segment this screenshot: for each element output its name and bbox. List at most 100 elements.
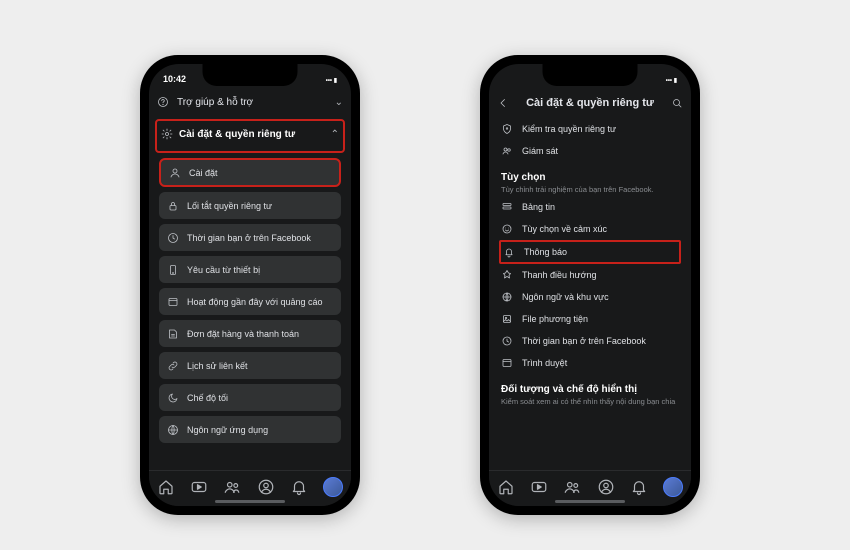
dark-mode-item[interactable]: Chế độ tối bbox=[159, 384, 341, 411]
screen-right: ••• ▮ Cài đặt & quyền riêng tư Kiểm tra … bbox=[489, 64, 691, 506]
notifications-item[interactable]: Thông báo bbox=[499, 240, 681, 264]
item-label: Thanh điều hướng bbox=[522, 270, 596, 280]
ad-activity-item[interactable]: Hoạt động gần đây với quảng cáo bbox=[159, 288, 341, 315]
gear-icon bbox=[161, 128, 173, 140]
page-title: Cài đặt & quyền riêng tư bbox=[515, 97, 665, 109]
item-label: Trình duyệt bbox=[522, 358, 567, 368]
device-icon bbox=[167, 264, 179, 276]
nav-bell-icon[interactable] bbox=[630, 478, 648, 496]
phone-right: ••• ▮ Cài đặt & quyền riêng tư Kiểm tra … bbox=[480, 55, 700, 515]
item-label: Chế độ tối bbox=[187, 393, 228, 403]
item-label: Kiểm tra quyền riêng tư bbox=[522, 124, 616, 134]
bell-icon bbox=[503, 246, 515, 258]
feed-item[interactable]: Bảng tin bbox=[489, 196, 691, 218]
privacy-shortcut-item[interactable]: Lối tắt quyền riêng tư bbox=[159, 192, 341, 219]
screen-left: 10:42 ••• ▮ Trợ giúp & hỗ trợ ⌄ Cài đặt … bbox=[149, 64, 351, 506]
status-indicators: ••• ▮ bbox=[326, 77, 337, 84]
chevron-down-icon: ⌄ bbox=[335, 97, 343, 108]
item-label: Thông báo bbox=[524, 247, 567, 257]
time-on-fb-item[interactable]: Thời gian bạn ở trên Facebook bbox=[159, 224, 341, 251]
device-req-item[interactable]: Yêu cầu từ thiết bị bbox=[159, 256, 341, 283]
help-label: Trợ giúp & hỗ trợ bbox=[177, 97, 327, 108]
nav-profile-icon[interactable] bbox=[257, 478, 275, 496]
user-icon bbox=[169, 167, 181, 179]
link-icon bbox=[167, 360, 179, 372]
lock-icon bbox=[167, 200, 179, 212]
browser-item[interactable]: Trình duyệt bbox=[489, 352, 691, 374]
media-icon bbox=[501, 313, 513, 325]
item-label: Đơn đặt hàng và thanh toán bbox=[187, 329, 299, 339]
section-subtitle: Tùy chỉnh trải nghiệm của bạn trên Faceb… bbox=[501, 185, 679, 194]
home-indicator bbox=[555, 500, 625, 503]
item-label: Thời gian bạn ở trên Facebook bbox=[187, 233, 311, 243]
help-icon bbox=[157, 96, 169, 108]
item-label: Hoạt động gần đây với quảng cáo bbox=[187, 297, 323, 307]
settings-privacy-row[interactable]: Cài đặt & quyền riêng tư ⌃ bbox=[161, 121, 339, 147]
app-language-item[interactable]: Ngôn ngữ ứng dụng bbox=[159, 416, 341, 443]
home-indicator bbox=[215, 500, 285, 503]
item-label: Cài đặt bbox=[189, 168, 218, 178]
item-label: Lối tắt quyền riêng tư bbox=[187, 201, 272, 211]
nav-menu-avatar[interactable] bbox=[663, 477, 683, 497]
notch bbox=[543, 64, 638, 86]
preferences-section-header: Tùy chọn Tùy chỉnh trải nghiệm của bạn t… bbox=[489, 162, 691, 196]
reaction-icon bbox=[501, 223, 513, 235]
nav-bar-item[interactable]: Thanh điều hướng bbox=[489, 264, 691, 286]
link-history-item[interactable]: Lịch sử liên kết bbox=[159, 352, 341, 379]
privacy-check-item[interactable]: Kiểm tra quyền riêng tư bbox=[489, 118, 691, 140]
nav-watch-icon[interactable] bbox=[530, 478, 548, 496]
section-subtitle: Kiểm soát xem ai có thể nhìn thấy nội du… bbox=[501, 397, 679, 406]
media-file-item[interactable]: File phương tiện bbox=[489, 308, 691, 330]
feed-icon bbox=[501, 201, 513, 213]
reaction-pref-item[interactable]: Tùy chọn về cảm xúc bbox=[489, 218, 691, 240]
item-label: Bảng tin bbox=[522, 202, 555, 212]
orders-payments-item[interactable]: Đơn đặt hàng và thanh toán bbox=[159, 320, 341, 347]
phone-left: 10:42 ••• ▮ Trợ giúp & hỗ trợ ⌄ Cài đặt … bbox=[140, 55, 360, 515]
globe-icon bbox=[501, 291, 513, 303]
audience-section-header: Đối tượng và chế độ hiển thị Kiểm soát x… bbox=[489, 374, 691, 408]
help-support-row[interactable]: Trợ giúp & hỗ trợ ⌄ bbox=[149, 88, 351, 116]
content-right: Cài đặt & quyền riêng tư Kiểm tra quyền … bbox=[489, 88, 691, 470]
search-icon[interactable] bbox=[671, 97, 683, 109]
language-region-item[interactable]: Ngôn ngữ và khu vực bbox=[489, 286, 691, 308]
shield-lock-icon bbox=[501, 123, 513, 135]
item-label: Ngôn ngữ và khu vực bbox=[522, 292, 609, 302]
item-label: Lịch sử liên kết bbox=[187, 361, 248, 371]
status-indicators: ••• ▮ bbox=[666, 77, 677, 84]
item-label: Ngôn ngữ ứng dụng bbox=[187, 425, 268, 435]
nav-menu-avatar[interactable] bbox=[323, 477, 343, 497]
nav-home-icon[interactable] bbox=[157, 478, 175, 496]
supervision-item[interactable]: Giám sát bbox=[489, 140, 691, 162]
item-label: File phương tiện bbox=[522, 314, 588, 324]
item-label: Tùy chọn về cảm xúc bbox=[522, 224, 607, 234]
notch bbox=[203, 64, 298, 86]
pin-icon bbox=[501, 269, 513, 281]
browser-icon bbox=[501, 357, 513, 369]
nav-profile-icon[interactable] bbox=[597, 478, 615, 496]
settings-item[interactable]: Cài đặt bbox=[159, 158, 341, 187]
status-time: 10:42 bbox=[163, 74, 186, 84]
nav-friends-icon[interactable] bbox=[223, 478, 241, 496]
nav-home-icon[interactable] bbox=[497, 478, 515, 496]
moon-icon bbox=[167, 392, 179, 404]
nav-watch-icon[interactable] bbox=[190, 478, 208, 496]
ad-icon bbox=[167, 296, 179, 308]
nav-bell-icon[interactable] bbox=[290, 478, 308, 496]
globe-icon bbox=[167, 424, 179, 436]
nav-friends-icon[interactable] bbox=[563, 478, 581, 496]
group-icon bbox=[501, 145, 513, 157]
clock-icon bbox=[501, 335, 513, 347]
time-on-fb-item[interactable]: Thời gian bạn ở trên Facebook bbox=[489, 330, 691, 352]
back-icon[interactable] bbox=[497, 97, 509, 109]
clock-icon bbox=[167, 232, 179, 244]
settings-privacy-highlight: Cài đặt & quyền riêng tư ⌃ bbox=[155, 119, 345, 153]
payment-icon bbox=[167, 328, 179, 340]
item-label: Thời gian bạn ở trên Facebook bbox=[522, 336, 646, 346]
section-title: Tùy chọn bbox=[501, 172, 679, 183]
section-title: Đối tượng và chế độ hiển thị bbox=[501, 384, 679, 395]
item-label: Giám sát bbox=[522, 146, 558, 156]
header-bar: Cài đặt & quyền riêng tư bbox=[489, 88, 691, 118]
item-label: Yêu cầu từ thiết bị bbox=[187, 265, 260, 275]
settings-privacy-label: Cài đặt & quyền riêng tư bbox=[179, 129, 325, 140]
content-left: Trợ giúp & hỗ trợ ⌄ Cài đặt & quyền riên… bbox=[149, 88, 351, 470]
